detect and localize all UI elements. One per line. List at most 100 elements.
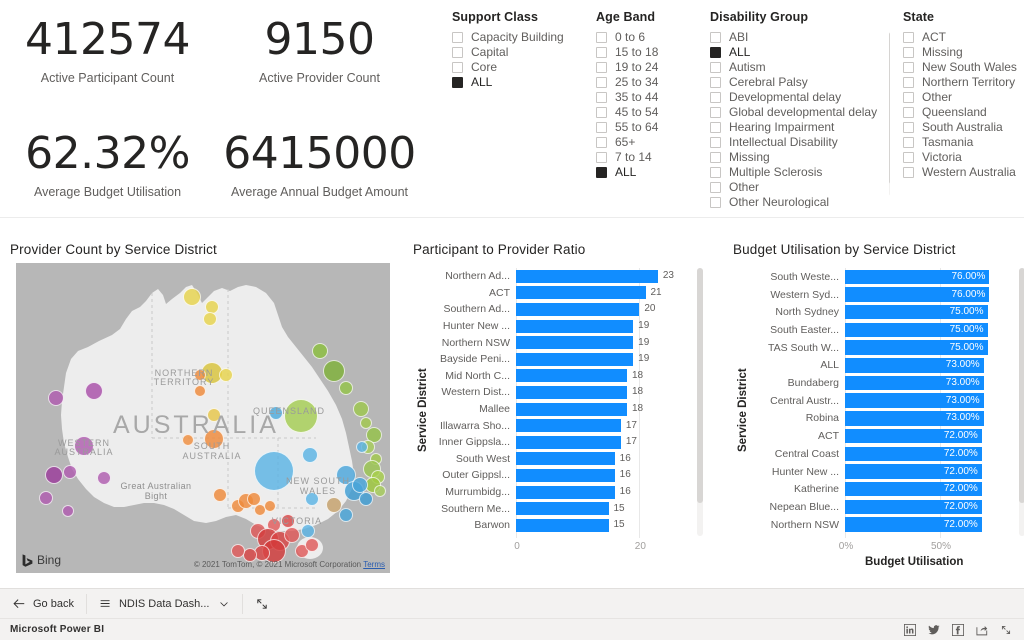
bar-chart-row[interactable]: South Weste... 76.00%	[757, 268, 1015, 286]
map-bubble[interactable]	[305, 492, 319, 506]
checkbox-icon[interactable]	[596, 137, 607, 148]
slicer-option[interactable]: Capital	[452, 45, 562, 60]
bar-chart-row[interactable]: TAS South W... 75.00%	[757, 339, 1015, 357]
map-bubble[interactable]	[323, 360, 345, 382]
bar-fill[interactable]	[516, 369, 627, 383]
slicer-option[interactable]: Victoria	[903, 150, 1023, 165]
bar-fill[interactable]	[516, 402, 627, 416]
map-bubble[interactable]	[353, 401, 369, 417]
chart-scrollbar[interactable]	[1019, 268, 1024, 536]
bar-fill[interactable]	[516, 518, 609, 532]
map-bubble[interactable]	[284, 527, 300, 543]
map-terms-link[interactable]: Terms	[363, 560, 385, 569]
map-bubble[interactable]	[231, 544, 245, 558]
slicer-state[interactable]: State ACT Missing New South Wales Northern …	[903, 10, 1023, 180]
map-bubble[interactable]	[45, 466, 63, 484]
map-bubble[interactable]	[39, 491, 53, 505]
slicer-option[interactable]: Missing	[903, 45, 1023, 60]
bar-chart-row[interactable]: ALL 73.00%	[757, 357, 1015, 375]
bar-chart-row[interactable]: Bayside Peni... 19	[435, 351, 693, 368]
facebook-icon[interactable]	[952, 623, 964, 636]
bar-fill[interactable]	[516, 385, 627, 399]
map-bubble[interactable]	[356, 441, 368, 453]
checkbox-icon[interactable]	[903, 92, 914, 103]
bar-chart-row[interactable]: Central Austr... 73.00%	[757, 392, 1015, 410]
checkbox-icon[interactable]	[903, 167, 914, 178]
bar-fill[interactable]	[516, 485, 615, 499]
map-bubble[interactable]	[203, 312, 217, 326]
bar-chart-row[interactable]: Illawarra Sho... 17	[435, 417, 693, 434]
checkbox-icon[interactable]	[710, 182, 721, 193]
scrollbar-thumb[interactable]	[697, 268, 703, 503]
chart-plot-area[interactable]: South Weste... 76.00% Western Syd... 76.00%…	[757, 268, 1024, 568]
bar-chart-row[interactable]: ACT 21	[435, 285, 693, 302]
map-bubble[interactable]	[374, 485, 386, 497]
bar-fill[interactable]	[516, 319, 634, 333]
checkbox-icon[interactable]	[903, 137, 914, 148]
map-bubble[interactable]	[183, 288, 201, 306]
checkbox-icon[interactable]	[710, 92, 721, 103]
map-bubble[interactable]	[194, 369, 206, 381]
bar-chart-row[interactable]: Outer Gippsl... 16	[435, 467, 693, 484]
bar-fill[interactable]	[516, 468, 615, 482]
bar-chart-row[interactable]: Hunter New ... 72.00%	[757, 463, 1015, 481]
checkbox-icon[interactable]	[903, 107, 914, 118]
bar-fill[interactable]	[516, 286, 646, 300]
bar-fill[interactable]	[516, 419, 621, 433]
slicer-option[interactable]: Autism	[710, 60, 890, 75]
checkbox-checked-icon[interactable]	[710, 47, 721, 58]
map-bubble[interactable]	[204, 429, 224, 449]
checkbox-icon[interactable]	[710, 137, 721, 148]
checkbox-icon[interactable]	[710, 32, 721, 43]
checkbox-icon[interactable]	[596, 62, 607, 73]
map-bubble[interactable]	[326, 497, 342, 513]
checkbox-icon[interactable]	[903, 47, 914, 58]
bar-chart-row[interactable]: Inner Gippsla... 17	[435, 434, 693, 451]
slicer-option[interactable]: 25 to 34	[596, 75, 696, 90]
map-bubble[interactable]	[302, 447, 318, 463]
checkbox-icon[interactable]	[596, 122, 607, 133]
slicer-option-list[interactable]: ABI ALL Autism Cerebral Palsy Developmental …	[710, 30, 890, 208]
slicer-option[interactable]: 45 to 54	[596, 105, 696, 120]
kpi-card-average-annual-budget-amount[interactable]: 6415000 Average Annual Budget Amount	[222, 132, 417, 200]
map-bubble[interactable]	[74, 436, 94, 456]
slicer-option[interactable]: 7 to 14	[596, 150, 696, 165]
kpi-card-average-budget-utilisation[interactable]: 62.32% Average Budget Utilisation	[10, 132, 205, 200]
slicer-support-class[interactable]: Support Class Capacity Building Capital Co…	[452, 10, 564, 90]
map-bubble[interactable]	[207, 408, 221, 422]
slicer-option[interactable]: ALL	[710, 45, 890, 60]
bar-fill[interactable]	[516, 452, 615, 466]
slicer-option[interactable]: South Australia	[903, 120, 1023, 135]
linkedin-icon[interactable]	[904, 623, 916, 636]
bar-chart-row[interactable]: North Sydney 75.00%	[757, 303, 1015, 321]
slicer-option[interactable]: Other	[710, 180, 890, 195]
scrollbar-thumb[interactable]	[1019, 268, 1024, 503]
checkbox-icon[interactable]	[596, 152, 607, 163]
map-bubble[interactable]	[48, 390, 64, 406]
go-back-button[interactable]: Go back	[0, 589, 86, 619]
checkbox-icon[interactable]	[903, 62, 914, 73]
share-icon[interactable]	[976, 624, 988, 636]
bar-chart-row[interactable]: Mid North C... 18	[435, 368, 693, 385]
bar-chart-budget-utilisation[interactable]: Budget Utilisation by Service District S…	[725, 235, 1024, 575]
bar-chart-row[interactable]: Northern NSW 72.00%	[757, 516, 1015, 534]
map-bubble[interactable]	[254, 451, 294, 491]
map-bubble[interactable]	[301, 524, 315, 538]
checkbox-icon[interactable]	[452, 32, 463, 43]
map-bubble[interactable]	[213, 488, 227, 502]
checkbox-checked-icon[interactable]	[596, 167, 607, 178]
checkbox-icon[interactable]	[596, 47, 607, 58]
kpi-card-active-participant-count[interactable]: 412574 Active Participant Count	[10, 18, 205, 86]
bar-chart-row[interactable]: South Easter... 75.00%	[757, 321, 1015, 339]
slicer-option[interactable]: 35 to 44	[596, 90, 696, 105]
checkbox-icon[interactable]	[710, 152, 721, 163]
slicer-option[interactable]: New South Wales	[903, 60, 1023, 75]
checkbox-icon[interactable]	[903, 122, 914, 133]
checkbox-icon[interactable]	[596, 77, 607, 88]
checkbox-icon[interactable]	[452, 47, 463, 58]
chart-scrollbar[interactable]	[697, 268, 703, 536]
checkbox-icon[interactable]	[710, 77, 721, 88]
map-canvas[interactable]: AUSTRALIA NORTHERN TERRITORY QUEENSLAND WEST…	[16, 263, 390, 573]
bar-chart-participant-to-provider-ratio[interactable]: Participant to Provider Ratio Northern A…	[405, 235, 710, 575]
slicer-option[interactable]: Hearing Impairment	[710, 120, 890, 135]
